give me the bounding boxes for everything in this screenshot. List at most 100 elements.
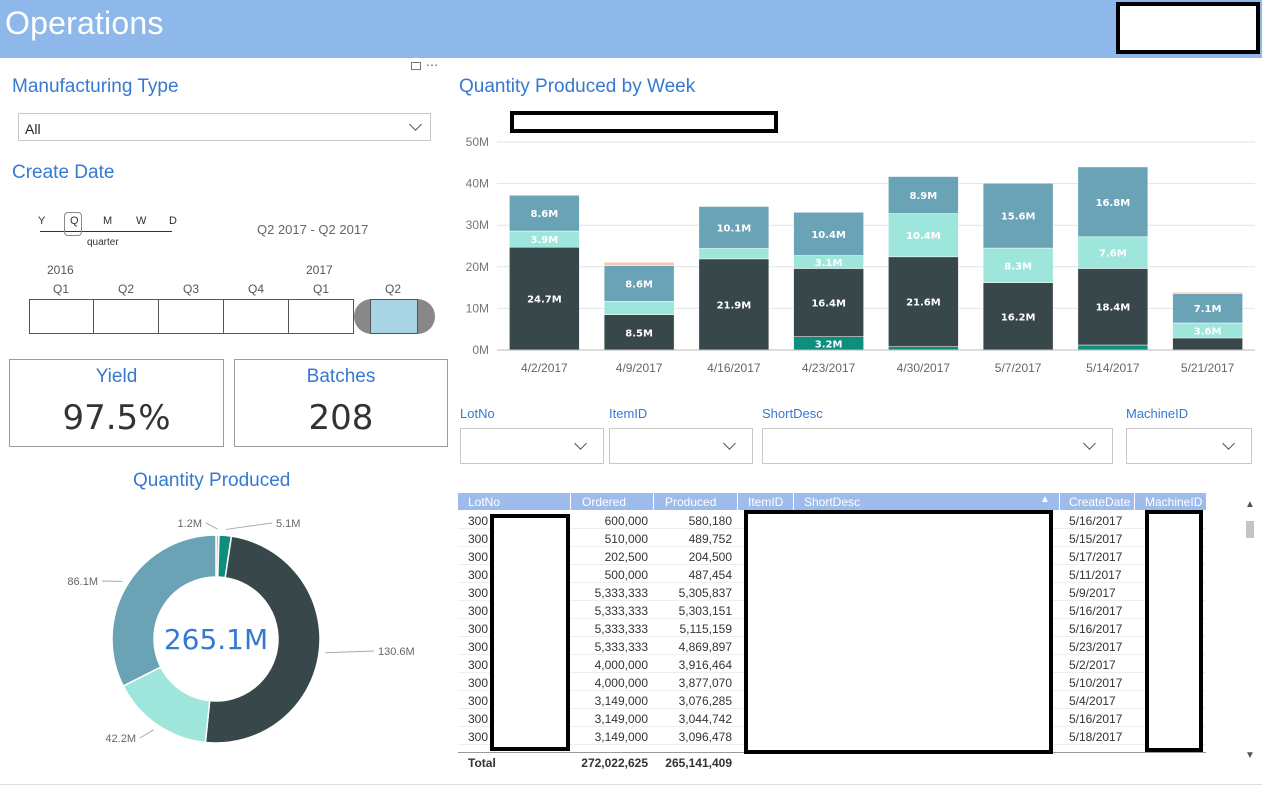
cell-createdate: 5/11/2017 <box>1069 568 1122 582</box>
batches-card: Batches 208 <box>234 359 448 447</box>
bar-data-label: 3.2M <box>815 339 843 350</box>
quarter-q1-2016[interactable]: Q1 <box>29 282 94 334</box>
x-tick-label: 5/7/2017 <box>995 361 1042 375</box>
cell-produced: 3,096,478 <box>678 730 732 744</box>
bar-data-label: 10.4M <box>811 230 846 241</box>
bar-chart-title: Quantity Produced by Week <box>459 76 696 97</box>
bar-data-label: 3.1M <box>815 258 843 269</box>
granularity-selected-marker <box>64 212 82 236</box>
cell-produced: 3,044,742 <box>678 712 732 726</box>
shortdesc-filter-dropdown[interactable] <box>762 428 1113 464</box>
granularity-d[interactable]: D <box>169 215 177 227</box>
quarter-cell <box>159 299 224 334</box>
total-produced: 265,141,409 <box>665 756 732 770</box>
col-divider <box>737 493 738 510</box>
cell-ordered: 510,000 <box>604 532 648 546</box>
sort-ascending-icon[interactable]: ▲ <box>1040 494 1050 505</box>
cell-ordered: 3,149,000 <box>594 694 648 708</box>
machineid-filter-dropdown[interactable] <box>1126 428 1252 464</box>
itemid-filter-dropdown[interactable] <box>609 428 753 464</box>
year-label-2017: 2017 <box>306 263 333 277</box>
col-header-produced[interactable]: Produced <box>665 495 716 509</box>
donut-slice <box>111 534 217 688</box>
cell-produced: 3,877,070 <box>678 676 732 690</box>
donut-data-label: 86.1M <box>67 576 98 588</box>
lotno-filter-label: LotNo <box>460 406 495 421</box>
yield-card: Yield 97.5% <box>9 359 224 447</box>
scroll-thumb[interactable] <box>1246 521 1254 538</box>
cell-lotno: 300 <box>468 712 489 726</box>
manufacturing-type-dropdown[interactable]: All <box>18 113 431 141</box>
granularity-w[interactable]: W <box>136 215 146 227</box>
cell-lotno: 300 <box>468 550 489 564</box>
bar-data-label: 21.6M <box>906 298 941 309</box>
quarter-q3-2016[interactable]: Q3 <box>159 282 224 334</box>
col-divider <box>570 493 571 510</box>
quarter-timeline[interactable]: Q1 Q2 Q3 Q4 Q1 Q2 <box>29 282 435 334</box>
col-divider <box>1059 493 1060 510</box>
x-tick-label: 4/30/2017 <box>897 361 951 375</box>
cell-ordered: 202,500 <box>604 550 648 564</box>
table-scrollbar[interactable]: ▲ ▼ <box>1244 493 1256 768</box>
quarter-q1-2017[interactable]: Q1 <box>289 282 354 334</box>
quarter-cell <box>289 299 354 334</box>
bottom-divider <box>0 784 1262 785</box>
scroll-up-icon[interactable]: ▲ <box>1245 499 1255 510</box>
bar-data-label: 15.6M <box>1001 212 1036 223</box>
col-header-shortdesc[interactable]: ShortDesc <box>804 495 860 509</box>
col-divider <box>1134 493 1135 510</box>
col-header-machineid[interactable]: MachineID <box>1145 495 1202 509</box>
col-header-lotno[interactable]: LotNo <box>468 495 500 509</box>
cell-ordered: 3,149,000 <box>594 730 648 744</box>
cell-ordered: 4,000,000 <box>594 676 648 690</box>
cell-createdate: 5/9/2017 <box>1069 586 1116 600</box>
redacted-lotno-column <box>490 514 570 751</box>
cell-ordered: 5,333,333 <box>594 640 648 654</box>
bar-data-label: 16.4M <box>811 299 846 310</box>
bar-data-label: 8.5M <box>625 328 653 339</box>
quarter-label: Q1 <box>313 282 330 296</box>
granularity-m[interactable]: M <box>103 215 112 227</box>
quarter-q2-2016[interactable]: Q2 <box>94 282 159 334</box>
cell-ordered: 5,333,333 <box>594 622 648 636</box>
cell-lotno: 300 <box>468 586 489 600</box>
cell-produced: 3,076,285 <box>678 694 732 708</box>
lotno-filter-dropdown[interactable] <box>460 428 604 464</box>
y-tick-label: 0M <box>472 343 489 357</box>
quarter-selected-fill <box>370 299 418 334</box>
itemid-filter-label: ItemID <box>609 406 648 421</box>
col-header-createdate[interactable]: CreateDate <box>1069 495 1130 509</box>
granularity-slider[interactable]: Y Q M W D quarter <box>30 212 190 252</box>
scroll-down-icon[interactable]: ▼ <box>1245 750 1255 761</box>
year-label-2016: 2016 <box>47 263 74 277</box>
cell-ordered: 5,333,333 <box>594 604 648 618</box>
bar-data-label: 7.6M <box>1099 249 1127 260</box>
focus-mode-icon[interactable] <box>411 62 421 70</box>
bar-data-label: 3.6M <box>1194 326 1222 337</box>
quantity-produced-title: Quantity Produced <box>133 470 291 491</box>
manufacturing-type-title: Manufacturing Type <box>12 76 179 97</box>
quarter-q4-2016[interactable]: Q4 <box>224 282 289 334</box>
col-header-ordered[interactable]: Ordered <box>582 495 626 509</box>
donut-leader-line <box>205 522 218 530</box>
col-header-itemid[interactable]: ItemID <box>748 495 783 509</box>
bar-segment <box>1077 344 1149 351</box>
more-options-icon[interactable]: ⋯ <box>426 58 438 72</box>
bar-segment <box>603 261 675 266</box>
yield-label: Yield <box>95 366 138 387</box>
cell-produced: 5,115,159 <box>679 622 733 636</box>
cell-produced: 487,454 <box>688 568 732 582</box>
cell-lotno: 300 <box>468 568 489 582</box>
quarter-q2-2017[interactable]: Q2 <box>354 282 435 334</box>
yield-value: 97.5% <box>62 398 171 438</box>
quarter-cell <box>94 299 159 334</box>
table-total-row: Total 272,022,625 265,141,409 <box>458 752 1206 770</box>
bar-data-label: 18.4M <box>1096 303 1131 314</box>
cell-createdate: 5/16/2017 <box>1069 514 1123 528</box>
redacted-legend <box>510 111 778 133</box>
data-table: LotNo Ordered Produced ItemID ShortDesc … <box>458 493 1255 773</box>
granularity-y[interactable]: Y <box>38 215 45 227</box>
cell-createdate: 5/2/2017 <box>1069 658 1116 672</box>
cell-lotno: 300 <box>468 622 489 636</box>
bar-segment <box>698 248 770 260</box>
